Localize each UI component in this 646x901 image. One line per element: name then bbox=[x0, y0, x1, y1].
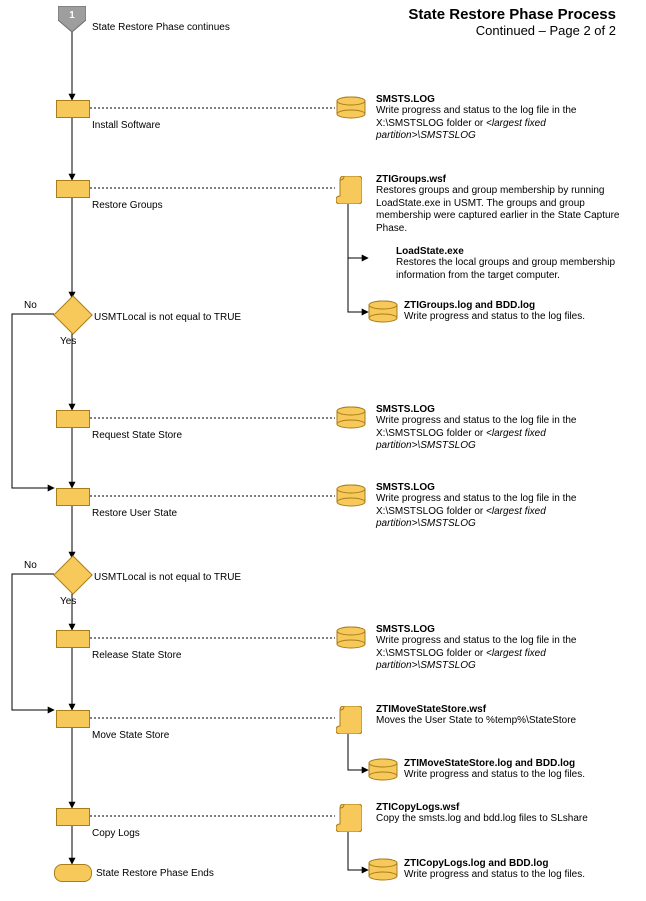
decision-usmtlocal-2-label: USMTLocal is not equal to TRUE bbox=[94, 572, 294, 583]
process-install-software-label: Install Software bbox=[92, 120, 160, 131]
page-title-block: State Restore Phase Process Continued – … bbox=[408, 6, 616, 38]
note-body: Restores groups and group membership by … bbox=[376, 185, 636, 235]
note-heading: ZTICopyLogs.wsf bbox=[376, 802, 626, 813]
note-body: Write progress and status to the log fil… bbox=[404, 769, 634, 782]
note-restore-groups: ZTIGroups.wsf Restores groups and group … bbox=[376, 174, 636, 235]
page-subtitle: Continued – Page 2 of 2 bbox=[408, 23, 616, 38]
script-icon bbox=[336, 804, 362, 835]
terminator-end bbox=[54, 864, 92, 882]
process-release-state-store-label: Release State Store bbox=[92, 650, 182, 661]
process-copy-logs-label: Copy Logs bbox=[92, 828, 140, 839]
off-page-connector-badge: 1 bbox=[69, 10, 75, 21]
database-icon bbox=[368, 300, 398, 327]
note-copy-logs: ZTICopyLogs.wsf Copy the smsts.log and b… bbox=[376, 802, 626, 826]
note-ztigroups-log: ZTIGroups.log and BDD.log Write progress… bbox=[404, 300, 634, 324]
note-heading: SMSTS.LOG bbox=[376, 482, 626, 493]
note-heading: SMSTS.LOG bbox=[376, 404, 626, 415]
process-request-state-store-label: Request State Store bbox=[92, 430, 182, 441]
note-release-state-store: SMSTS.LOG Write progress and status to t… bbox=[376, 624, 626, 673]
database-icon bbox=[368, 758, 398, 785]
script-icon bbox=[336, 706, 362, 737]
note-move-state-store: ZTIMoveStateStore.wsf Moves the User Sta… bbox=[376, 704, 626, 728]
note-body: Moves the User State to %temp%\StateStor… bbox=[376, 715, 626, 728]
note-body: Copy the smsts.log and bdd.log files to … bbox=[376, 813, 626, 826]
process-restore-user-state bbox=[56, 488, 90, 506]
note-zticopy-log: ZTICopyLogs.log and BDD.log Write progre… bbox=[404, 858, 634, 882]
note-body: Write progress and status to the log fil… bbox=[376, 105, 626, 143]
note-request-state-store: SMSTS.LOG Write progress and status to t… bbox=[376, 404, 626, 453]
note-restore-user-state: SMSTS.LOG Write progress and status to t… bbox=[376, 482, 626, 531]
process-release-state-store bbox=[56, 630, 90, 648]
database-icon bbox=[336, 406, 366, 433]
note-loadstate: LoadState.exe Restores the local groups … bbox=[396, 246, 626, 282]
database-icon bbox=[336, 484, 366, 511]
note-body: Write progress and status to the log fil… bbox=[404, 869, 634, 882]
note-heading: SMSTS.LOG bbox=[376, 624, 626, 635]
off-page-connector-icon: 1 bbox=[58, 6, 86, 35]
process-restore-user-state-label: Restore User State bbox=[92, 508, 177, 519]
flowchart-page: State Restore Phase Process Continued – … bbox=[0, 0, 646, 901]
branch-yes-2: Yes bbox=[60, 596, 76, 607]
process-move-state-store-label: Move State Store bbox=[92, 730, 169, 741]
decision-usmtlocal-2 bbox=[53, 555, 93, 595]
note-install-software: SMSTS.LOG Write progress and status to t… bbox=[376, 94, 626, 143]
database-icon bbox=[336, 96, 366, 123]
note-heading: ZTIMoveStateStore.log and BDD.log bbox=[404, 758, 634, 769]
branch-no-2: No bbox=[24, 560, 37, 571]
script-icon bbox=[336, 176, 362, 207]
note-body: Write progress and status to the log fil… bbox=[376, 493, 626, 531]
process-request-state-store bbox=[56, 410, 90, 428]
note-body: Write progress and status to the log fil… bbox=[376, 635, 626, 673]
note-heading: SMSTS.LOG bbox=[376, 94, 626, 105]
branch-no-1: No bbox=[24, 300, 37, 311]
process-install-software bbox=[56, 100, 90, 118]
note-heading: ZTIGroups.wsf bbox=[376, 174, 636, 185]
decision-usmtlocal-1 bbox=[53, 295, 93, 335]
note-body: Write progress and status to the log fil… bbox=[376, 415, 626, 453]
branch-yes-1: Yes bbox=[60, 336, 76, 347]
decision-usmtlocal-1-label: USMTLocal is not equal to TRUE bbox=[94, 312, 294, 323]
note-ztimove-log: ZTIMoveStateStore.log and BDD.log Write … bbox=[404, 758, 634, 782]
page-title: State Restore Phase Process bbox=[408, 6, 616, 23]
note-heading: ZTICopyLogs.log and BDD.log bbox=[404, 858, 634, 869]
process-move-state-store bbox=[56, 710, 90, 728]
process-copy-logs bbox=[56, 808, 90, 826]
terminator-end-label: State Restore Phase Ends bbox=[96, 868, 214, 879]
note-body: Write progress and status to the log fil… bbox=[404, 311, 634, 324]
database-icon bbox=[336, 626, 366, 653]
process-restore-groups-label: Restore Groups bbox=[92, 200, 163, 211]
start-label: State Restore Phase continues bbox=[92, 22, 292, 33]
note-heading: LoadState.exe bbox=[396, 246, 626, 257]
note-body: Restores the local groups and group memb… bbox=[396, 257, 626, 282]
database-icon bbox=[368, 858, 398, 885]
process-restore-groups bbox=[56, 180, 90, 198]
note-heading: ZTIMoveStateStore.wsf bbox=[376, 704, 626, 715]
note-heading: ZTIGroups.log and BDD.log bbox=[404, 300, 634, 311]
